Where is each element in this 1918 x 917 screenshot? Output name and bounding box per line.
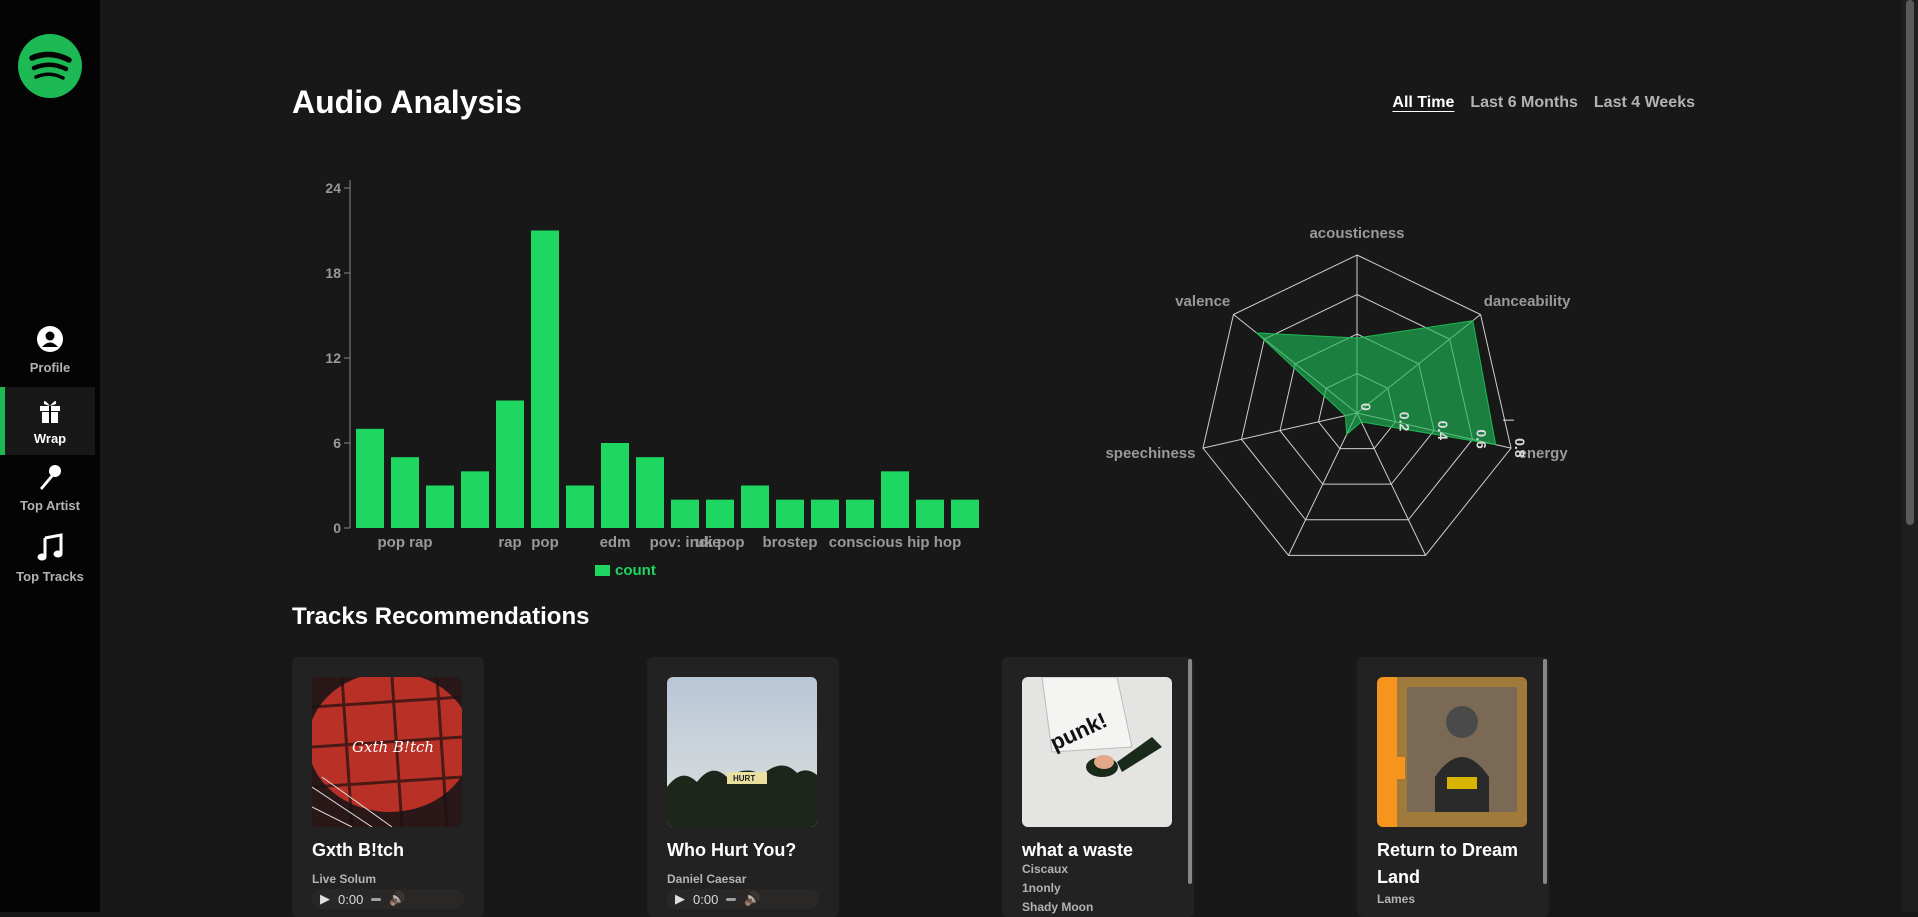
audio-player[interactable]: ▶ 0:00 🔊 [312, 889, 464, 909]
tab-all-time[interactable]: All Time [1392, 94, 1454, 112]
track-name[interactable]: Return to Dream Land [1377, 837, 1537, 891]
track-card[interactable]: HURT Who Hurt You? Daniel Caesar ▶ 0:00 … [647, 657, 839, 917]
y-tick-label: 18 [325, 265, 341, 281]
progress-bar[interactable] [371, 897, 382, 901]
album-art: HURT [667, 677, 817, 827]
bar [461, 471, 489, 528]
bar [636, 457, 664, 528]
bar [601, 443, 629, 528]
y-tick-label: 12 [325, 350, 341, 366]
track-card[interactable]: punk! what a waste Ciscaux 1nonly Shady … [1002, 657, 1194, 917]
bar [671, 499, 699, 528]
album-art: punk! [1022, 677, 1172, 827]
spotify-logo[interactable] [18, 34, 82, 98]
x-tick-label: brostep [762, 534, 817, 551]
artist-name[interactable]: Ciscaux [1022, 859, 1068, 879]
bar [776, 499, 804, 528]
sidebar-item-label: Wrap [33, 431, 67, 446]
radar-axis-label: acousticness [1309, 225, 1404, 242]
legend-swatch [595, 565, 610, 576]
bar [391, 457, 419, 528]
time-display: 0:00 [693, 891, 719, 907]
y-tick-label: 0 [333, 520, 341, 536]
audio-player[interactable]: ▶ 0:00 🔊 [667, 889, 819, 909]
bar [741, 485, 769, 528]
sidebar-item-top-artist[interactable]: Top Artist [0, 462, 100, 518]
time-range-tabs: All Time Last 6 Months Last 4 Weeks [1392, 94, 1695, 112]
bar [531, 230, 559, 528]
bar [566, 485, 594, 528]
x-tick-label: uk pop [695, 534, 744, 551]
progress-bar[interactable] [726, 897, 737, 901]
radar-tick-label: 0.6 [1474, 429, 1490, 449]
bar [811, 499, 839, 528]
legend-label: count [615, 562, 656, 579]
time-display: 0:00 [338, 891, 364, 907]
genre-bar-chart: 06121824pop rap rap pop edm pov: indieuk pop… [325, 180, 979, 579]
artist-name[interactable]: Lames [1377, 889, 1415, 909]
radar-spoke [1202, 412, 1358, 449]
bar [496, 400, 524, 528]
microphone-icon [40, 465, 61, 490]
bar [881, 471, 909, 528]
x-tick-label: rap [498, 534, 521, 551]
card-scrollbar[interactable] [1543, 659, 1547, 884]
album-art [1377, 677, 1527, 827]
radar-data-area [1255, 320, 1497, 446]
x-tick-label: edm [600, 534, 631, 551]
play-icon[interactable]: ▶ [320, 891, 330, 907]
radar-tick-label: 0.2 [1397, 412, 1413, 432]
track-card[interactable]: Return to Dream Land Lames [1357, 657, 1549, 917]
bar [706, 499, 734, 528]
play-icon[interactable]: ▶ [675, 891, 685, 907]
x-tick-label: conscious hip hop [829, 534, 962, 551]
section-title: Tracks Recommendations [292, 603, 590, 630]
audio-features-radar-chart: acousticnessdanceabilityenergyinstrument… [1105, 225, 1571, 556]
page-title: Audio Analysis [292, 84, 522, 120]
artist-name[interactable]: Daniel Caesar [667, 869, 746, 889]
bar [951, 499, 979, 528]
album-art-text: Gxth B!tch [352, 738, 434, 756]
volume-icon[interactable]: 🔊 [744, 891, 760, 907]
sidebar-item-label: Profile [29, 360, 71, 375]
page-scrollbar[interactable] [1902, 0, 1918, 912]
music-note-icon [37, 533, 63, 561]
tab-last-4-weeks[interactable]: Last 4 Weeks [1594, 94, 1695, 112]
radar-axis-label: valence [1175, 293, 1230, 310]
y-tick-label: 6 [333, 435, 341, 451]
sidebar-item-wrap[interactable]: Wrap [0, 387, 95, 455]
bar [916, 499, 944, 528]
artist-name[interactable]: 1nonly [1022, 878, 1061, 898]
gift-icon [40, 400, 60, 423]
x-tick-label: pop rap [378, 534, 433, 551]
scrollbar-thumb[interactable] [1906, 0, 1914, 525]
sidebar: Profile Wrap Top Artist Top Tracks [0, 0, 100, 912]
radar-tick-label: 0 [1358, 403, 1374, 411]
album-art: Gxth B!tch [312, 677, 462, 827]
track-name[interactable]: Who Hurt You? [667, 837, 827, 864]
track-name[interactable]: Gxth B!tch [312, 837, 472, 864]
radar-tick-label: 0.4 [1435, 421, 1451, 441]
track-card[interactable]: Gxth B!tch Gxth B!tch Live Solum ▶ 0:00 … [292, 657, 484, 917]
y-tick-label: 24 [325, 180, 341, 196]
volume-icon[interactable]: 🔊 [389, 891, 405, 907]
artist-name[interactable]: Live Solum [312, 869, 376, 889]
sidebar-item-top-tracks[interactable]: Top Tracks [0, 533, 100, 589]
tab-last-6-months[interactable]: Last 6 Months [1470, 94, 1578, 112]
bar [356, 428, 384, 528]
bar [846, 499, 874, 528]
sidebar-item-profile[interactable]: Profile [0, 324, 100, 380]
card-scrollbar[interactable] [1188, 659, 1192, 884]
x-tick-label: pop [531, 534, 559, 551]
user-icon [37, 326, 63, 352]
artist-name[interactable]: Shady Moon [1022, 897, 1093, 917]
sidebar-item-label: Top Tracks [16, 569, 84, 584]
bar [426, 485, 454, 528]
album-art-text: HURT [733, 774, 755, 783]
radar-axis-label: speechiness [1105, 445, 1195, 462]
radar-tick-label: 0.8 [1512, 438, 1528, 458]
radar-axis-label: danceability [1484, 293, 1571, 310]
sidebar-item-label: Top Artist [20, 498, 80, 513]
